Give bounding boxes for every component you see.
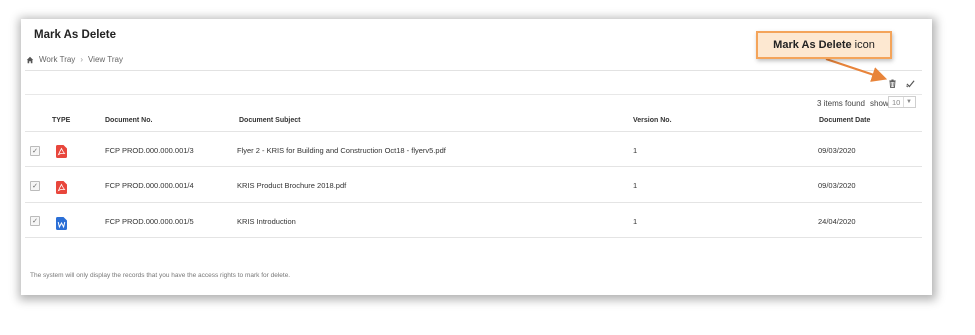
cell-document-no: FCP PROD.000.000.001/3 xyxy=(105,146,194,155)
pdf-file-icon xyxy=(56,145,67,158)
row-checkbox[interactable]: ✓ xyxy=(30,216,40,226)
trash-icon[interactable] xyxy=(885,76,899,90)
show-label: show xyxy=(870,99,889,108)
row-checkbox[interactable]: ✓ xyxy=(30,181,40,191)
word-file-icon xyxy=(56,217,67,230)
breadcrumb-view-tray[interactable]: View Tray xyxy=(88,55,123,64)
cell-document-subject[interactable]: KRIS Product Brochure 2018.pdf xyxy=(237,181,346,190)
breadcrumb: Work Tray › View Tray xyxy=(26,55,123,64)
callout-text: icon xyxy=(854,39,875,51)
column-header-document-subject[interactable]: Document Subject xyxy=(239,117,300,124)
breadcrumb-work-tray[interactable]: Work Tray xyxy=(39,55,75,64)
cell-document-subject[interactable]: Flyer 2 - KRIS for Building and Construc… xyxy=(237,146,446,155)
cell-version-no: 1 xyxy=(633,181,638,190)
pdf-file-icon xyxy=(56,181,67,194)
cell-document-date: 24/04/2020 xyxy=(818,217,856,226)
column-header-document-no[interactable]: Document No. xyxy=(105,117,152,124)
row-divider xyxy=(25,202,922,203)
cell-version-no: 1 xyxy=(633,146,638,155)
checkmark-icon[interactable] xyxy=(903,76,917,90)
select-divider xyxy=(902,97,904,107)
cell-document-subject[interactable]: KRIS Introduction xyxy=(237,217,296,226)
column-header-document-date[interactable]: Document Date xyxy=(819,117,870,124)
toolbar-divider xyxy=(25,94,922,95)
page-title: Mark As Delete xyxy=(34,29,117,41)
cell-document-no: FCP PROD.000.000.001/5 xyxy=(105,217,194,226)
row-divider xyxy=(25,237,922,238)
cell-document-date: 09/03/2020 xyxy=(818,146,856,155)
chevron-down-icon: ▼ xyxy=(906,99,912,105)
page-size-select[interactable]: 10 ▼ xyxy=(888,96,916,108)
cell-document-date: 09/03/2020 xyxy=(818,181,856,190)
items-found-count: 3 items found xyxy=(816,99,865,108)
home-icon[interactable] xyxy=(26,56,34,64)
page-size-value: 10 xyxy=(892,97,901,107)
cell-document-no: FCP PROD.000.000.001/4 xyxy=(105,181,194,190)
table-header-divider xyxy=(25,131,922,132)
callout-bold-text: Mark As Delete xyxy=(773,39,852,51)
column-header-version-no[interactable]: Version No. xyxy=(633,117,672,124)
header-divider xyxy=(25,70,922,71)
main-panel: Mark As Delete Work Tray › View Tray 3 i… xyxy=(21,19,932,295)
row-checkbox[interactable]: ✓ xyxy=(30,146,40,156)
row-divider xyxy=(25,166,922,167)
annotation-callout: Mark As Delete icon xyxy=(756,31,892,59)
column-header-type[interactable]: TYPE xyxy=(52,117,70,124)
cell-version-no: 1 xyxy=(633,217,638,226)
footer-note: The system will only display the records… xyxy=(30,272,291,279)
breadcrumb-separator-icon: › xyxy=(80,55,83,64)
